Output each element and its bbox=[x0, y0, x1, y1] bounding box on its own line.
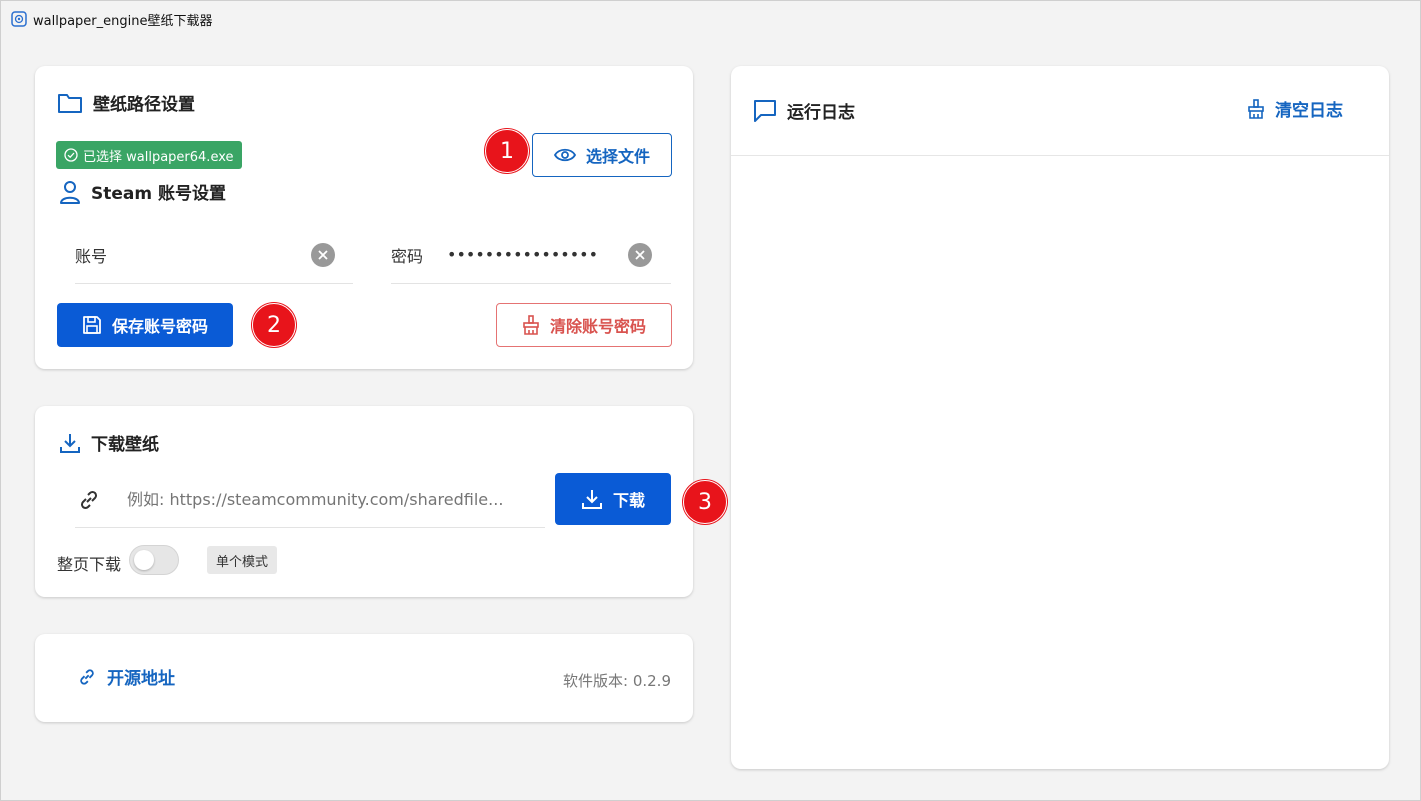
app-logo-icon bbox=[11, 11, 27, 27]
file-selected-badge: 已选择 wallpaper64.exe bbox=[56, 141, 242, 169]
settings-card: 壁纸路径设置 已选择 wallpaper64.exe 1 选择文件 Steam … bbox=[35, 66, 693, 369]
log-content bbox=[731, 156, 1389, 766]
url-field[interactable] bbox=[75, 472, 545, 528]
download-card: 下载壁纸 下载 3 整页下载 单个模式 bbox=[35, 406, 727, 597]
page-download-label: 整页下载 bbox=[57, 555, 122, 574]
clear-account-icon[interactable] bbox=[311, 243, 335, 267]
check-circle-icon bbox=[64, 148, 78, 162]
title-bar: wallpaper_engine壁纸下载器 bbox=[1, 1, 1420, 37]
password-field[interactable]: 密码 •••••••••••••••• bbox=[391, 226, 671, 284]
save-account-button[interactable]: 保存账号密码 bbox=[57, 303, 233, 347]
user-icon bbox=[60, 180, 80, 204]
window-title: wallpaper_engine壁纸下载器 bbox=[33, 13, 213, 29]
step-marker-3: 3 bbox=[683, 480, 727, 524]
page-download-toggle[interactable] bbox=[129, 545, 179, 575]
download-arrow-icon bbox=[581, 490, 602, 509]
path-settings-title: 壁纸路径设置 bbox=[57, 90, 195, 115]
brush-icon bbox=[1248, 98, 1264, 119]
toggle-knob bbox=[134, 550, 154, 570]
link-icon bbox=[80, 668, 94, 685]
account-field[interactable]: 账号 bbox=[75, 226, 353, 284]
clear-log-button[interactable]: 清空日志 bbox=[1247, 96, 1343, 121]
step-marker-1: 1 bbox=[485, 129, 529, 173]
clear-account-button[interactable]: 清除账号密码 bbox=[496, 303, 672, 347]
folder-icon bbox=[58, 93, 82, 113]
brush-icon bbox=[523, 315, 539, 335]
account-label: 账号 bbox=[75, 246, 108, 266]
password-input[interactable]: •••••••••••••••• bbox=[447, 245, 598, 264]
message-icon bbox=[754, 99, 776, 122]
eye-icon bbox=[553, 148, 576, 162]
account-input[interactable] bbox=[123, 245, 314, 264]
clear-password-icon[interactable] bbox=[628, 243, 652, 267]
download-icon bbox=[60, 433, 80, 453]
mode-chip: 单个模式 bbox=[207, 546, 278, 574]
choose-file-button[interactable]: 选择文件 bbox=[532, 133, 672, 177]
log-panel: 运行日志 清空日志 bbox=[731, 66, 1389, 769]
version-text: 软件版本: 0.2.9 bbox=[563, 672, 671, 690]
repo-link[interactable]: 开源地址 bbox=[77, 664, 175, 689]
save-icon bbox=[83, 316, 101, 334]
step-marker-2: 2 bbox=[252, 303, 296, 347]
account-settings-title: Steam 账号设置 bbox=[59, 179, 226, 204]
password-label: 密码 bbox=[391, 246, 424, 266]
app-window: wallpaper_engine壁纸下载器 壁纸路径设置 已选择 wallpap… bbox=[0, 0, 1421, 801]
footer-card: 开源地址 软件版本: 0.2.9 bbox=[35, 634, 693, 722]
url-input[interactable] bbox=[127, 490, 537, 509]
download-button[interactable]: 下载 bbox=[555, 473, 671, 525]
log-title: 运行日志 bbox=[753, 98, 855, 123]
download-title: 下载壁纸 bbox=[59, 430, 159, 455]
link-icon bbox=[80, 490, 98, 509]
